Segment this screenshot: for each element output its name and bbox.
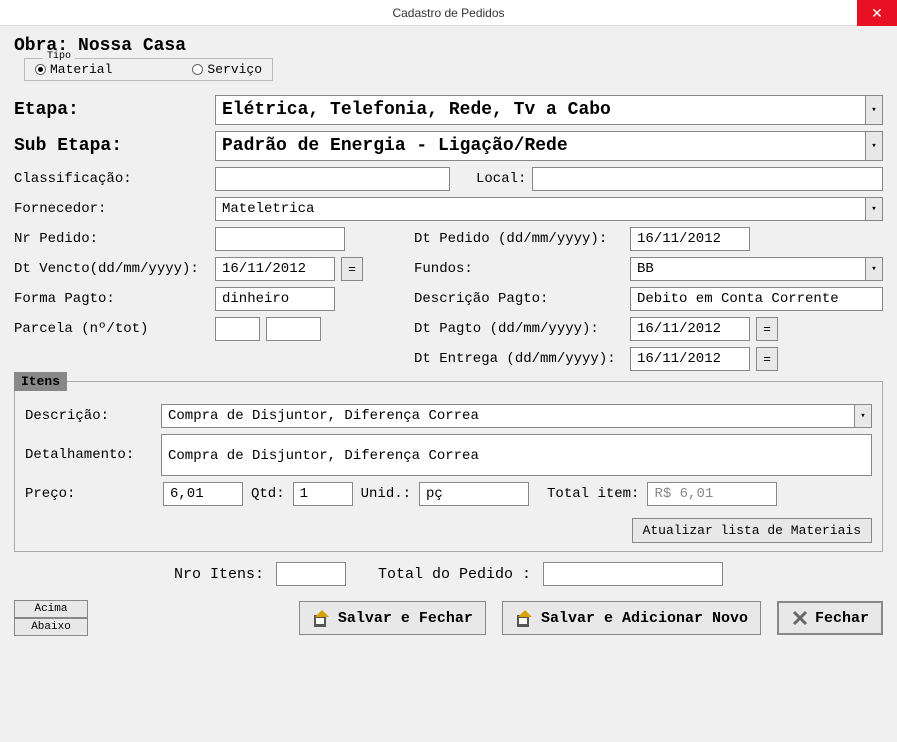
etapa-label: Etapa: (14, 100, 209, 120)
descpagto-field[interactable] (630, 287, 883, 311)
dtvencto-eq-button[interactable]: = (341, 257, 363, 281)
chevron-down-icon[interactable]: ▾ (865, 257, 883, 281)
classificacao-label: Classificação: (14, 171, 209, 187)
parcela-tot-field[interactable] (266, 317, 321, 341)
descpagto-label: Descrição Pagto: (414, 291, 624, 307)
unid-label: Unid.: (361, 486, 411, 502)
local-field[interactable] (532, 167, 883, 191)
dtpagto-field[interactable] (630, 317, 750, 341)
subetapa-combo[interactable] (215, 131, 865, 161)
form-content: Obra: Nossa Casa Tipo Material Serviço E… (0, 26, 897, 646)
chevron-down-icon[interactable]: ▾ (854, 404, 872, 428)
dtpedido-field[interactable] (630, 227, 750, 251)
chevron-down-icon[interactable]: ▾ (865, 131, 883, 161)
qtd-field[interactable] (293, 482, 353, 506)
dtvencto-field[interactable] (215, 257, 335, 281)
salvar-novo-label: Salvar e Adicionar Novo (541, 610, 748, 627)
abaixo-button[interactable]: Abaixo (14, 618, 88, 636)
fechar-button[interactable]: Fechar (777, 601, 883, 635)
nrpedido-field[interactable] (215, 227, 345, 251)
chevron-down-icon[interactable]: ▾ (865, 197, 883, 221)
dtentrega-field[interactable] (630, 347, 750, 371)
titlebar: Cadastro de Pedidos ✕ (0, 0, 897, 26)
subetapa-label: Sub Etapa: (14, 136, 209, 156)
save-icon (515, 608, 535, 628)
descricao-combo[interactable] (161, 404, 854, 428)
formapagto-field[interactable] (215, 287, 335, 311)
dtvencto-label: Dt Vencto(dd/mm/yyyy): (14, 261, 209, 277)
formapagto-label: Forma Pagto: (14, 291, 209, 307)
salvar-fechar-button[interactable]: Salvar e Fechar (299, 601, 486, 635)
radio-servico[interactable]: Serviço (192, 62, 262, 77)
salvar-novo-button[interactable]: Salvar e Adicionar Novo (502, 601, 761, 635)
descricao-label: Descrição: (25, 408, 155, 424)
close-icon[interactable]: ✕ (857, 0, 897, 26)
etapa-combo[interactable] (215, 95, 865, 125)
radio-icon (192, 64, 203, 75)
atualizar-materiais-button[interactable]: Atualizar lista de Materiais (632, 518, 872, 543)
nroitens-label: Nro Itens: (174, 566, 264, 583)
nroitens-field[interactable] (276, 562, 346, 586)
itens-panel: Itens Descrição: ▾ Detalhamento: Preço: … (14, 381, 883, 552)
radio-icon (35, 64, 46, 75)
tipo-group: Tipo Material Serviço (24, 58, 273, 81)
preco-label: Preço: (25, 486, 155, 502)
dtentrega-label: Dt Entrega (dd/mm/yyyy): (414, 351, 624, 367)
radio-servico-label: Serviço (207, 62, 262, 77)
local-label: Local: (476, 171, 526, 187)
radio-material-label: Material (50, 62, 112, 77)
classificacao-field[interactable] (215, 167, 450, 191)
detalhamento-label: Detalhamento: (25, 447, 155, 463)
itens-tab[interactable]: Itens (14, 372, 67, 391)
acima-button[interactable]: Acima (14, 600, 88, 618)
obra-value: Nossa Casa (78, 36, 186, 56)
window-title: Cadastro de Pedidos (392, 6, 504, 20)
unid-field[interactable] (419, 482, 529, 506)
salvar-fechar-label: Salvar e Fechar (338, 610, 473, 627)
totalpedido-field[interactable] (543, 562, 723, 586)
fechar-label: Fechar (815, 610, 869, 627)
fornecedor-combo[interactable] (215, 197, 865, 221)
preco-field[interactable] (163, 482, 243, 506)
nrpedido-label: Nr Pedido: (14, 231, 209, 247)
parcela-n-field[interactable] (215, 317, 260, 341)
dtpedido-label: Dt Pedido (dd/mm/yyyy): (414, 231, 624, 247)
close-icon (791, 609, 809, 627)
dtentrega-eq-button[interactable]: = (756, 347, 778, 371)
parcela-label: Parcela (nº/tot) (14, 321, 209, 337)
totalitem-field (647, 482, 777, 506)
fundos-combo[interactable] (630, 257, 865, 281)
atualizar-label: Atualizar lista de Materiais (643, 523, 861, 538)
chevron-down-icon[interactable]: ▾ (865, 95, 883, 125)
dtpagto-label: Dt Pagto (dd/mm/yyyy): (414, 321, 624, 337)
fornecedor-label: Fornecedor: (14, 201, 209, 217)
totalitem-label: Total item: (547, 486, 639, 502)
dtpagto-eq-button[interactable]: = (756, 317, 778, 341)
qtd-label: Qtd: (251, 486, 285, 502)
detalhamento-field[interactable] (161, 434, 872, 476)
save-icon (312, 608, 332, 628)
totalpedido-label: Total do Pedido : (378, 566, 531, 583)
fundos-label: Fundos: (414, 261, 624, 277)
tipo-legend: Tipo (43, 51, 75, 62)
radio-material[interactable]: Material (35, 62, 112, 77)
